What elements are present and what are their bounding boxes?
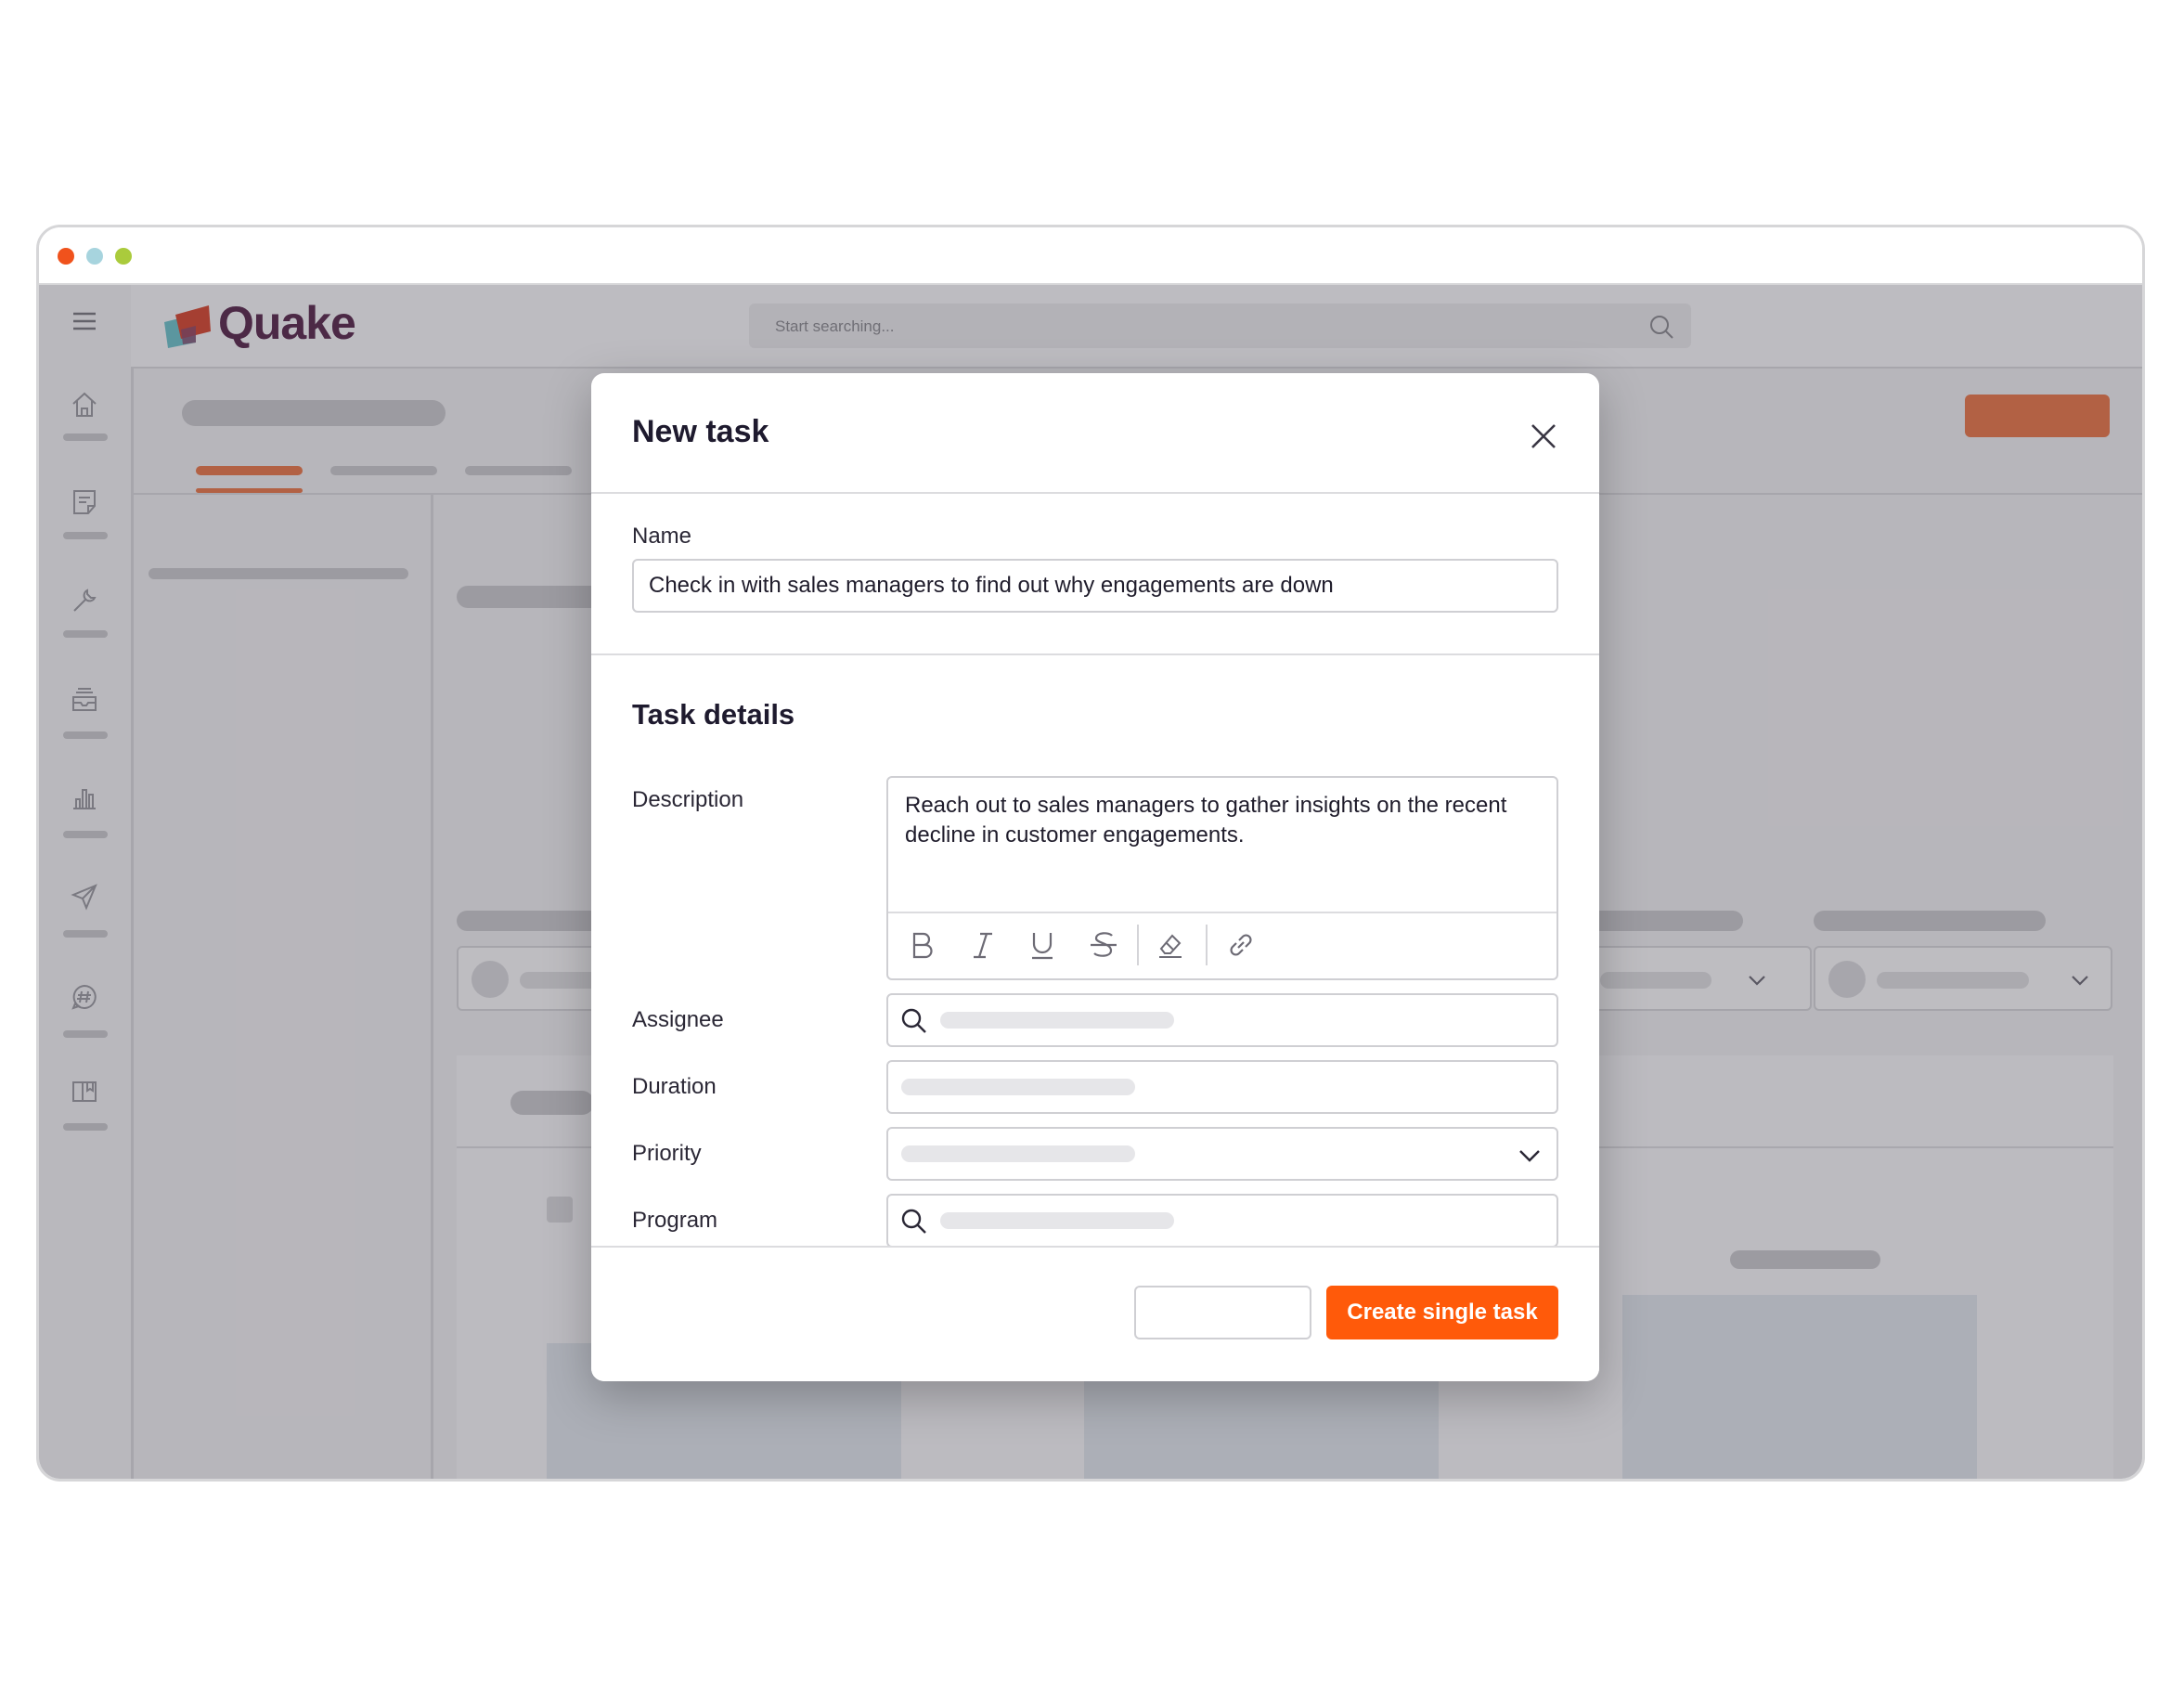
duration-input[interactable] [886, 1060, 1558, 1114]
task-name-input[interactable] [632, 559, 1558, 613]
value-placeholder [940, 1212, 1174, 1229]
program-label: Program [632, 1208, 718, 1233]
link-icon[interactable] [1222, 926, 1259, 964]
program-search-input[interactable] [886, 1194, 1558, 1248]
bold-icon[interactable] [903, 926, 940, 964]
new-task-dialog: New task Name Task details Description R… [591, 373, 1599, 1381]
section-title: Task details [632, 698, 795, 731]
strikethrough-icon[interactable] [1085, 926, 1122, 964]
priority-select[interactable] [886, 1127, 1558, 1181]
duration-label: Duration [632, 1074, 717, 1099]
close-window-button[interactable] [58, 248, 74, 265]
description-text[interactable]: Reach out to sales managers to gather in… [905, 791, 1545, 850]
create-single-task-button[interactable]: Create single task [1326, 1286, 1558, 1339]
divider [591, 492, 1599, 494]
assignee-search-input[interactable] [886, 993, 1558, 1047]
eraser-icon[interactable] [1152, 926, 1189, 964]
description-editor[interactable]: Reach out to sales managers to gather in… [886, 776, 1558, 980]
toolbar-separator [1206, 925, 1208, 965]
italic-icon[interactable] [964, 926, 1001, 964]
priority-label: Priority [632, 1141, 702, 1166]
assignee-label: Assignee [632, 1007, 724, 1032]
search-icon [901, 1209, 926, 1234]
chevron-down-icon [1519, 1150, 1540, 1162]
value-placeholder [940, 1012, 1174, 1029]
value-placeholder [901, 1145, 1135, 1162]
underline-icon[interactable] [1024, 926, 1061, 964]
close-icon[interactable] [1525, 418, 1562, 455]
divider [591, 653, 1599, 655]
format-toolbar [888, 913, 1557, 978]
search-icon [901, 1008, 926, 1033]
minimize-window-button[interactable] [86, 248, 103, 265]
description-label: Description [632, 787, 744, 812]
toolbar-separator [1137, 925, 1139, 965]
value-placeholder [901, 1079, 1135, 1095]
dialog-title: New task [632, 414, 769, 449]
maximize-window-button[interactable] [115, 248, 132, 265]
cancel-button[interactable] [1134, 1286, 1311, 1339]
name-label: Name [632, 524, 692, 549]
browser-titlebar [39, 227, 2142, 285]
